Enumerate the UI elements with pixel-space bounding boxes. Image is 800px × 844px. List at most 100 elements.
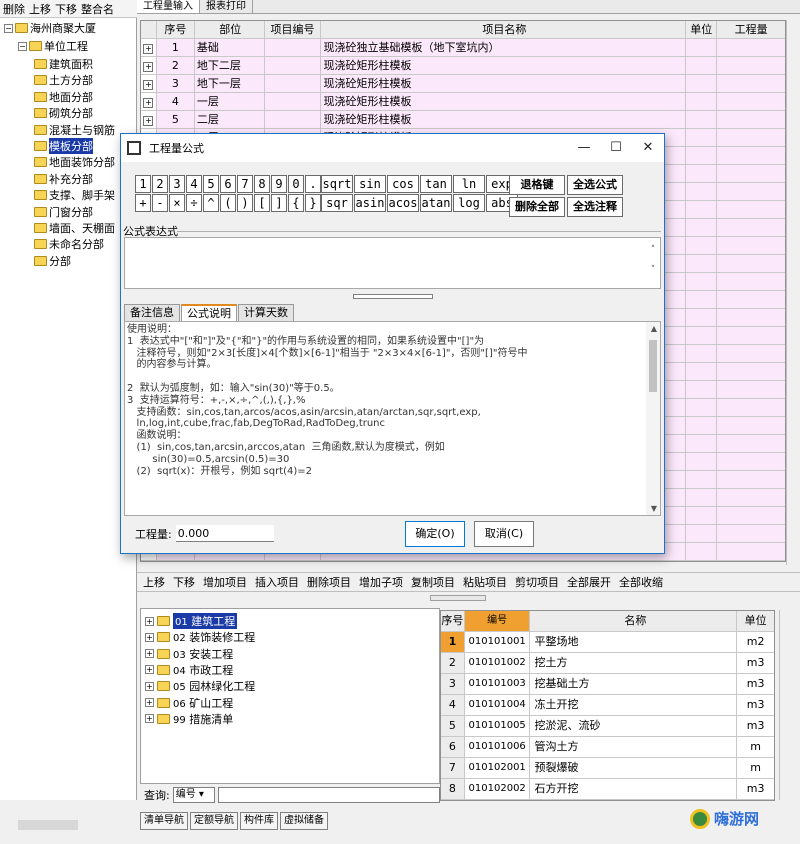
top-toolbar-item[interactable]: 整合名 [81, 1, 114, 17]
project-toolbar-button[interactable]: 上移 [143, 574, 165, 590]
function-key[interactable]: atan [420, 194, 452, 212]
tree-item[interactable]: 混凝土与钢筋 [34, 122, 115, 138]
quantity-field[interactable]: 0.000 [175, 525, 274, 542]
project-toolbar-button[interactable]: 插入项目 [255, 574, 299, 590]
maximize-icon[interactable]: ☐ [600, 134, 632, 162]
keypad-key[interactable]: 6 [220, 175, 236, 193]
expand-icon[interactable]: + [143, 80, 154, 90]
collapse-icon[interactable]: − [18, 41, 27, 51]
grid-row[interactable]: +1 基础 现浇砼独立基础模板（地下室坑内） [141, 39, 786, 57]
tree-root[interactable]: − 海州商聚大厦 [4, 20, 96, 36]
library-tree-item[interactable]: +03 安装工程 [145, 646, 233, 662]
note-scrollbar[interactable]: ▲ ▼ [646, 322, 660, 515]
keypad-key[interactable]: } [305, 194, 321, 212]
library-grid[interactable]: 序号 编号 名称 单位 1 010101001 平整场地 m2 2 010101002 挖土… [440, 610, 775, 801]
tree-item[interactable]: 模板分部 [34, 138, 93, 154]
project-toolbar-button[interactable]: 删除项目 [307, 574, 351, 590]
scroll-down-icon[interactable]: ▼ [651, 504, 657, 513]
row-expand-cell[interactable]: + [141, 111, 157, 128]
expand-icon[interactable]: + [145, 632, 154, 642]
tree-item[interactable]: 门窗分部 [34, 204, 93, 220]
tree-item[interactable]: 墙面、天棚面 [34, 220, 115, 236]
project-toolbar-button[interactable]: 增加项目 [203, 574, 247, 590]
project-toolbar-button[interactable]: 全部展开 [567, 574, 611, 590]
query-field-select[interactable]: 编号 ▾ [172, 787, 215, 803]
project-toolbar-button[interactable]: 全部收缩 [619, 574, 663, 590]
keypad-key[interactable]: + [135, 194, 151, 212]
library-row[interactable]: 2 010101002 挖土方 m3 [441, 653, 774, 674]
expand-icon[interactable]: + [145, 649, 154, 659]
keypad-key[interactable]: 8 [254, 175, 270, 193]
dialog-tab[interactable]: 公式说明 [181, 304, 237, 321]
expand-icon[interactable]: + [145, 665, 154, 675]
tree-item[interactable]: 支撑、脚手架 [34, 187, 115, 203]
keypad-key[interactable]: 0 [288, 175, 304, 193]
library-row[interactable]: 6 010101006 管沟土方 m [441, 737, 774, 758]
dialog-titlebar[interactable]: 工程量公式 — ☐ ✕ [121, 134, 664, 162]
expand-icon[interactable]: + [143, 62, 154, 72]
keypad-key[interactable]: { [288, 194, 304, 212]
library-tree-item[interactable]: +01 建筑工程 [145, 613, 238, 629]
library-row[interactable]: 3 010101003 挖基础土方 m3 [441, 674, 774, 695]
function-key[interactable]: ln [453, 175, 485, 193]
project-toolbar-button[interactable]: 增加子项 [359, 574, 403, 590]
tree-item[interactable]: 地面装饰分部 [34, 154, 115, 170]
expand-icon[interactable]: + [145, 714, 154, 724]
project-toolbar-button[interactable]: 复制项目 [411, 574, 455, 590]
bottom-tab[interactable]: 虚拟储备 [280, 812, 328, 830]
keypad-key[interactable]: ] [271, 194, 287, 212]
function-key[interactable]: tan [420, 175, 452, 193]
keypad-key[interactable]: 4 [186, 175, 202, 193]
row-expand-cell[interactable]: + [141, 39, 157, 56]
library-row[interactable]: 5 010101005 挖淤泥、流砂 m3 [441, 716, 774, 737]
library-tree-item[interactable]: +06 矿山工程 [145, 695, 233, 711]
bottom-tab[interactable]: 定额导航 [190, 812, 238, 830]
top-toolbar-item[interactable]: 删除 [3, 1, 25, 17]
library-row[interactable]: 7 010102001 预裂爆破 m [441, 758, 774, 779]
tree-item[interactable]: 砌筑分部 [34, 105, 93, 121]
dialog-tab[interactable]: 计算天数 [238, 304, 294, 321]
library-row[interactable]: 1 010101001 平整场地 m2 [441, 632, 774, 653]
top-toolbar-item[interactable]: 上移 [29, 1, 51, 17]
query-input[interactable] [217, 787, 440, 803]
keypad-key[interactable]: ( [220, 194, 236, 212]
formula-input[interactable]: ˄ ˅ [124, 237, 661, 289]
tree-unit[interactable]: − 单位工程 [18, 38, 88, 54]
project-tree[interactable]: − 海州商聚大厦 − 单位工程 建筑面积 土方分部 地面分部 砌筑分部 混凝土与钢筋 模板… [0, 18, 137, 800]
tree-item[interactable]: 建筑面积 [34, 56, 93, 72]
row-expand-cell[interactable]: + [141, 75, 157, 92]
action-button[interactable]: 全选公式 [567, 175, 623, 195]
dialog-tab[interactable]: 备注信息 [124, 304, 180, 321]
keypad-key[interactable]: 3 [169, 175, 185, 193]
scroll-up-icon[interactable]: ▲ [651, 324, 657, 333]
function-key[interactable]: sin [354, 175, 386, 193]
keypad-key[interactable]: [ [254, 194, 270, 212]
top-tab[interactable]: 工程量输入 [137, 0, 200, 13]
collapse-icon[interactable]: − [4, 23, 13, 33]
tree-item[interactable]: 分部 [34, 253, 71, 269]
tree-item[interactable]: 地面分部 [34, 89, 93, 105]
keypad-key[interactable]: . [305, 175, 321, 193]
expand-icon[interactable]: + [143, 116, 154, 126]
action-button[interactable]: 删除全部 [509, 197, 565, 217]
bottom-tab[interactable]: 清单导航 [140, 812, 188, 830]
grid-scrollbar[interactable] [786, 20, 800, 565]
keypad-key[interactable]: ÷ [186, 194, 202, 212]
top-toolbar-item[interactable]: 下移 [55, 1, 77, 17]
library-tree[interactable]: +01 建筑工程 +02 装饰装修工程 +03 安装工程 +04 市政工程 +05 园林… [140, 608, 440, 784]
expand-icon[interactable]: + [143, 44, 154, 54]
function-key[interactable]: acos [387, 194, 419, 212]
row-expand-cell[interactable]: + [141, 93, 157, 110]
keypad-key[interactable]: - [152, 194, 168, 212]
function-key[interactable]: sqrt [321, 175, 353, 193]
function-key[interactable]: cos [387, 175, 419, 193]
dialog-splitter[interactable] [353, 294, 433, 299]
function-key[interactable]: sqr [321, 194, 353, 212]
scroll-thumb[interactable] [649, 340, 657, 392]
library-tree-item[interactable]: +02 装饰装修工程 [145, 629, 255, 645]
keypad-key[interactable]: 5 [203, 175, 219, 193]
bottom-tab[interactable]: 构件库 [240, 812, 278, 830]
library-row[interactable]: 8 010102002 石方开挖 m3 [441, 779, 774, 800]
close-icon[interactable]: ✕ [632, 134, 664, 162]
function-key[interactable]: asin [354, 194, 386, 212]
